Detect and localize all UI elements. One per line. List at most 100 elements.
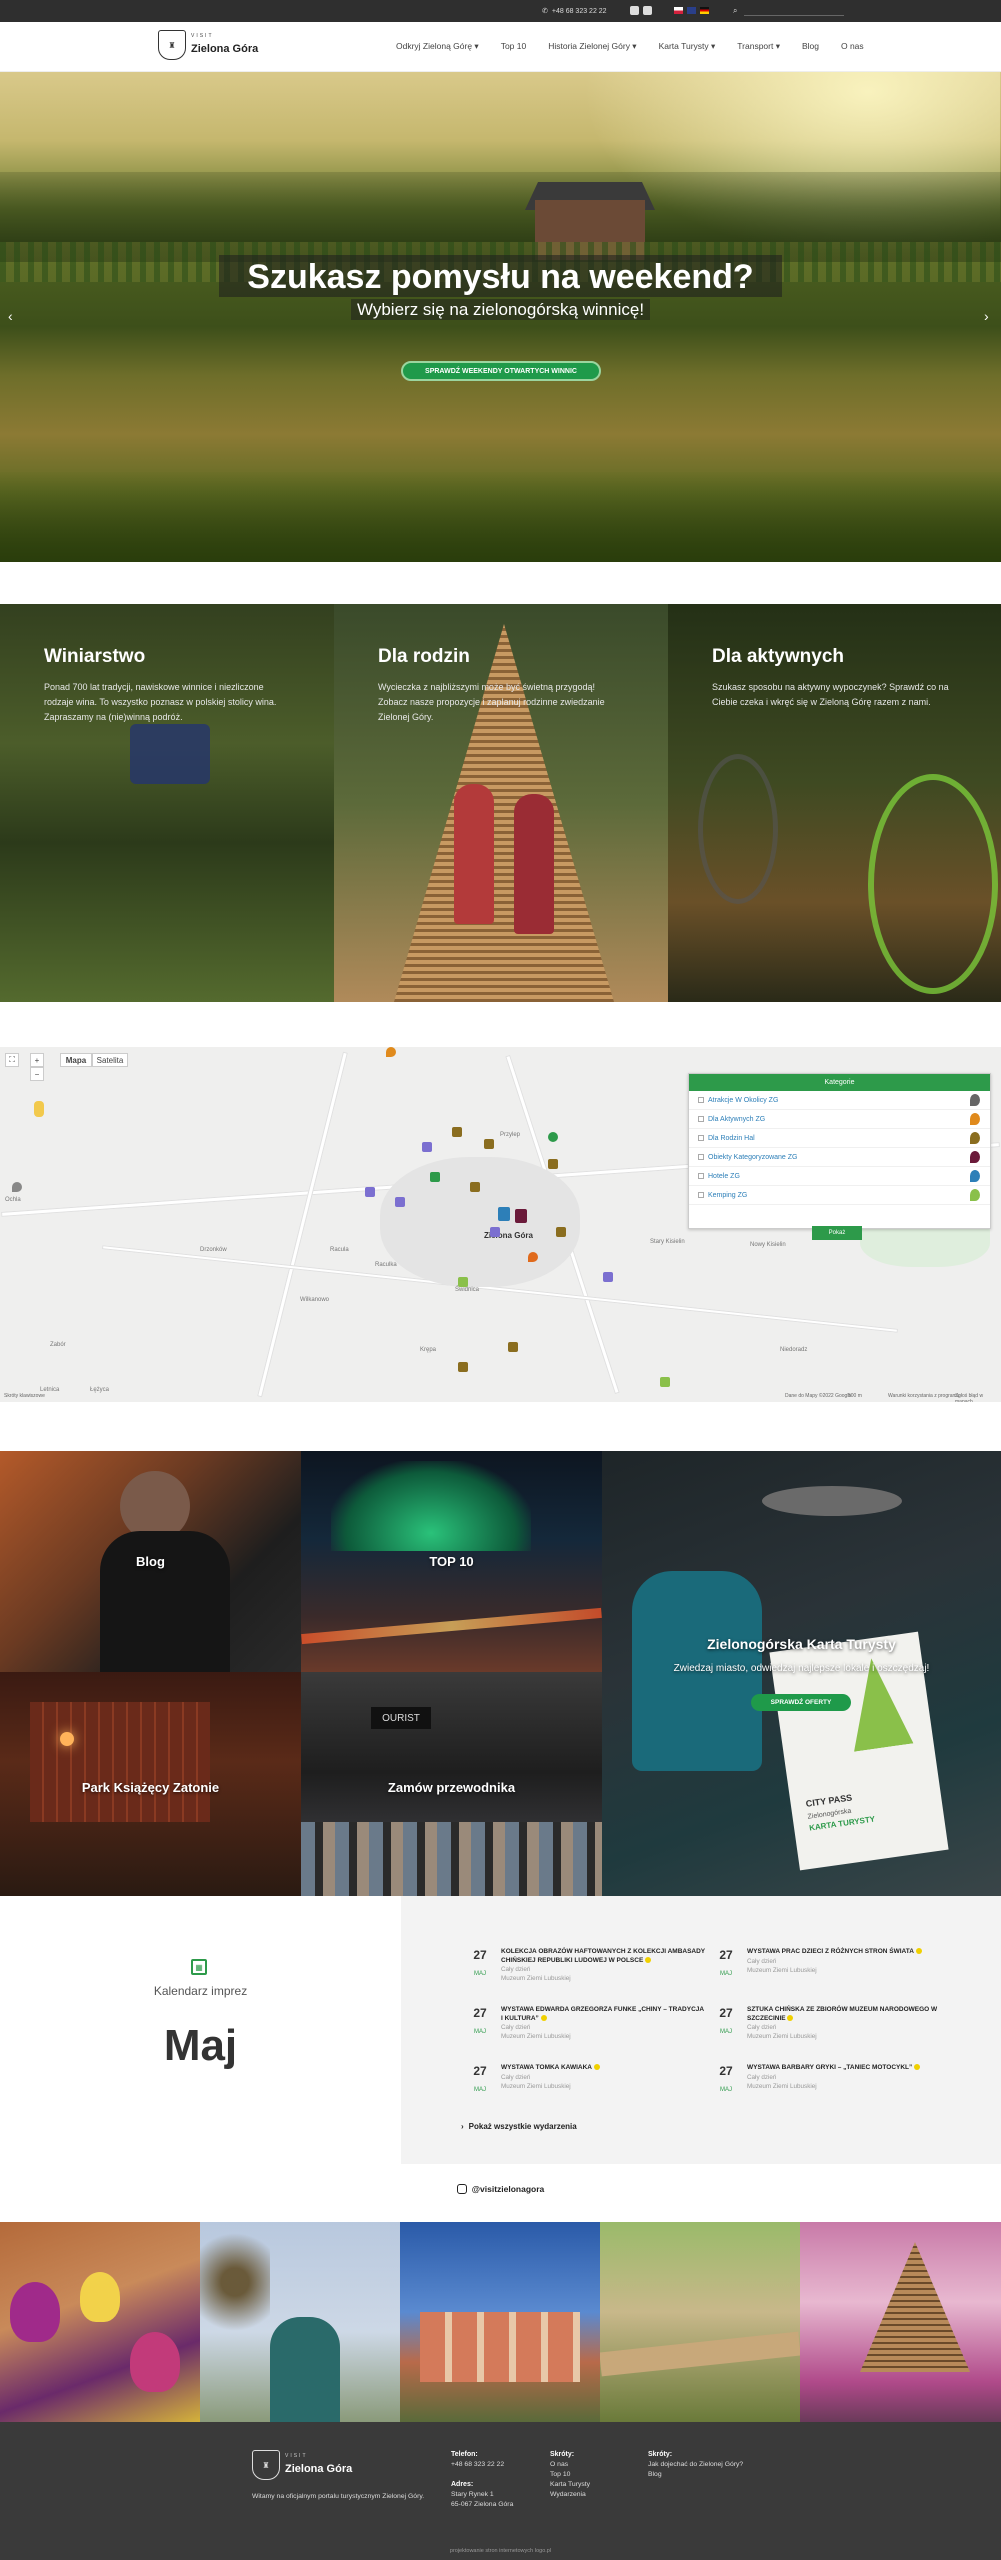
- category-item[interactable]: Kemping ZG: [689, 1186, 990, 1205]
- map-report-link[interactable]: Zgłoś błąd w mapach: [955, 1393, 1001, 1402]
- event-title[interactable]: WYSTAWA PRAC DZIECI Z RÓŻNYCH STRON ŚWIA…: [747, 1948, 952, 1957]
- map-pin[interactable]: [12, 1182, 22, 1192]
- footer-link[interactable]: Karta Turysty: [550, 2481, 590, 2488]
- nav-item-karta[interactable]: Karta Turysty ▾: [659, 41, 716, 52]
- category-item[interactable]: Dla Rodzin Hal: [689, 1129, 990, 1148]
- nav-item-top10[interactable]: Top 10: [501, 41, 527, 52]
- tile-park[interactable]: Park Książęcy Zatonie: [0, 1672, 301, 1896]
- category-item[interactable]: Hotele ZG: [689, 1167, 990, 1186]
- zoom-out-button[interactable]: −: [30, 1067, 44, 1081]
- instagram-photo-park[interactable]: [600, 2222, 800, 2422]
- category-item[interactable]: Dla Aktywnych ZG: [689, 1110, 990, 1129]
- instagram-photo-building[interactable]: [200, 2222, 400, 2422]
- footer-phone[interactable]: +48 68 323 22 22: [451, 2461, 504, 2468]
- event-time: Cały dzień: [501, 1966, 531, 1973]
- map-tab-satellite[interactable]: Satelita: [92, 1053, 128, 1067]
- footer-link[interactable]: O nas: [550, 2461, 568, 2468]
- instagram-photo-blossom[interactable]: [800, 2222, 1001, 2422]
- footer-logo[interactable]: ♜ VISIT Zielona Góra: [252, 2450, 352, 2480]
- checkbox-icon[interactable]: [698, 1154, 704, 1160]
- map-pin[interactable]: [470, 1182, 480, 1192]
- map-pin[interactable]: [556, 1227, 566, 1237]
- map-tab-map[interactable]: Mapa: [60, 1053, 92, 1067]
- footer-link[interactable]: Wydarzenia: [550, 2491, 586, 2498]
- nav-item-blog[interactable]: Blog: [802, 41, 819, 52]
- instagram-photo-tulips[interactable]: [0, 2222, 200, 2422]
- hero-cta-button[interactable]: SPRAWDŹ WEEKENDY OTWARTYCH WINNIC: [401, 361, 601, 381]
- event-title[interactable]: WYSTAWA EDWARDA GRZEGORZA FUNKE „CHINY –…: [501, 2006, 706, 2023]
- map-pin[interactable]: [458, 1277, 468, 1287]
- map-pin[interactable]: [660, 1377, 670, 1387]
- event-title[interactable]: SZTUKA CHIŃSKA ZE ZBIORÓW MUZEUM NARODOW…: [747, 2006, 952, 2023]
- map-pin[interactable]: [386, 1047, 396, 1057]
- tile-blog[interactable]: Blog: [0, 1451, 301, 1672]
- map-pin[interactable]: [458, 1362, 468, 1372]
- flag-en-icon[interactable]: [687, 7, 696, 14]
- footer-link[interactable]: Jak dojechać do Zielonej Góry?: [648, 2461, 743, 2468]
- event-item[interactable]: 27 MAJ SZTUKA CHIŃSKA ZE ZBIORÓW MUZEUM N…: [715, 2006, 952, 2041]
- map-pin[interactable]: [430, 1172, 440, 1182]
- show-all-events-link[interactable]: › Pokaż wszystkie wydarzenia: [461, 2122, 577, 2131]
- event-title[interactable]: KOLEKCJA OBRAZÓW HAFTOWANYCH Z KOLEKCJI …: [501, 1948, 706, 1965]
- instagram-photo-square[interactable]: [400, 2222, 600, 2422]
- map-pin[interactable]: [484, 1139, 494, 1149]
- karta-cta-button[interactable]: SPRAWDŹ OFERTY: [751, 1694, 851, 1711]
- tile-top10[interactable]: TOP 10: [301, 1451, 602, 1672]
- map-pin[interactable]: [548, 1132, 558, 1142]
- map-pin[interactable]: [395, 1197, 405, 1207]
- checkbox-icon[interactable]: [698, 1192, 704, 1198]
- checkbox-icon[interactable]: [698, 1173, 704, 1179]
- map-pin[interactable]: [365, 1187, 375, 1197]
- card-dla-rodzin[interactable]: Dla rodzin Wycieczka z najbliższymi może…: [334, 604, 668, 1002]
- card-dla-aktywnych[interactable]: Dla aktywnych Szukasz sposobu na aktywny…: [668, 604, 1001, 1002]
- map-pin[interactable]: [508, 1342, 518, 1352]
- nav-item-transport[interactable]: Transport ▾: [737, 41, 780, 52]
- tile-karta-turysty[interactable]: CITY PASS Zielonogórska KARTA TURYSTY Zi…: [602, 1451, 1001, 1896]
- map-terms-link[interactable]: Warunki korzystania z programu: [888, 1393, 960, 1399]
- instagram-icon[interactable]: [643, 6, 652, 15]
- footer-credit[interactable]: projektowanie stron internetowych Iogo.p…: [0, 2548, 1001, 2554]
- footer-link[interactable]: Top 10: [550, 2471, 570, 2478]
- event-item[interactable]: 27 MAJ WYSTAWA PRAC DZIECI Z RÓŻNYCH STRO…: [715, 1948, 952, 1980]
- zoom-in-button[interactable]: +: [30, 1053, 44, 1067]
- event-item[interactable]: 27 MAJ WYSTAWA EDWARDA GRZEGORZA FUNKE „C…: [469, 2006, 706, 2041]
- category-item[interactable]: Obiekty Kategoryzowane ZG: [689, 1148, 990, 1167]
- nav-item-odkryj[interactable]: Odkryj Zieloną Górę ▾: [396, 41, 479, 52]
- map-show-button[interactable]: Pokaż: [812, 1226, 862, 1240]
- map-pin[interactable]: [422, 1142, 432, 1152]
- map-pin[interactable]: [452, 1127, 462, 1137]
- search-icon[interactable]: ⌕: [733, 6, 737, 16]
- checkbox-icon[interactable]: [698, 1135, 704, 1141]
- event-item[interactable]: 27 MAJ WYSTAWA BARBARY GRYKI – „TANIEC MO…: [715, 2064, 952, 2096]
- tile-guide[interactable]: OURIST Zamów przewodnika: [301, 1672, 602, 1896]
- fullscreen-icon[interactable]: ⛶: [5, 1053, 19, 1067]
- event-item[interactable]: 27 MAJ WYSTAWA TOMKA KAWIAKA Cały dzień Mu…: [469, 2064, 706, 2096]
- slider-next-icon[interactable]: ›: [984, 308, 989, 324]
- event-item[interactable]: 27 MAJ KOLEKCJA OBRAZÓW HAFTOWANYCH Z KOL…: [469, 1948, 706, 1983]
- pegman-icon[interactable]: [34, 1101, 44, 1117]
- nav-item-o-nas[interactable]: O nas: [841, 41, 864, 52]
- event-title[interactable]: WYSTAWA BARBARY GRYKI – „TANIEC MOTOCYKL…: [747, 2064, 952, 2073]
- nav-item-historia[interactable]: Historia Zielonej Góry ▾: [548, 41, 636, 52]
- category-item[interactable]: Atrakcje W Okolicy ZG: [689, 1091, 990, 1110]
- map-pin[interactable]: [498, 1207, 510, 1221]
- site-logo[interactable]: ♜ VISIT Zielona Góra: [158, 30, 258, 60]
- map-pin[interactable]: [515, 1209, 527, 1223]
- checkbox-icon[interactable]: [698, 1097, 704, 1103]
- card-winiarstwo[interactable]: Winiarstwo Ponad 700 lat tradycji, nawis…: [0, 604, 334, 1002]
- slider-prev-icon[interactable]: ‹: [8, 308, 13, 324]
- map-pin[interactable]: [490, 1227, 500, 1237]
- phone-contact[interactable]: ✆ +48 68 323 22 22: [542, 7, 607, 16]
- search-input[interactable]: [744, 15, 844, 16]
- map-keyboard-shortcuts[interactable]: Skróty klawiszowe: [4, 1393, 45, 1399]
- instagram-heading[interactable]: @visitzielonagora: [0, 2184, 1001, 2194]
- flag-de-icon[interactable]: [700, 7, 709, 14]
- checkbox-icon[interactable]: [698, 1116, 704, 1122]
- map-pin[interactable]: [528, 1252, 538, 1262]
- facebook-icon[interactable]: [630, 6, 639, 15]
- flag-pl-icon[interactable]: [674, 7, 683, 14]
- footer-link[interactable]: Blog: [648, 2471, 662, 2478]
- map-pin[interactable]: [603, 1272, 613, 1282]
- map-pin[interactable]: [548, 1159, 558, 1169]
- event-title[interactable]: WYSTAWA TOMKA KAWIAKA: [501, 2064, 706, 2073]
